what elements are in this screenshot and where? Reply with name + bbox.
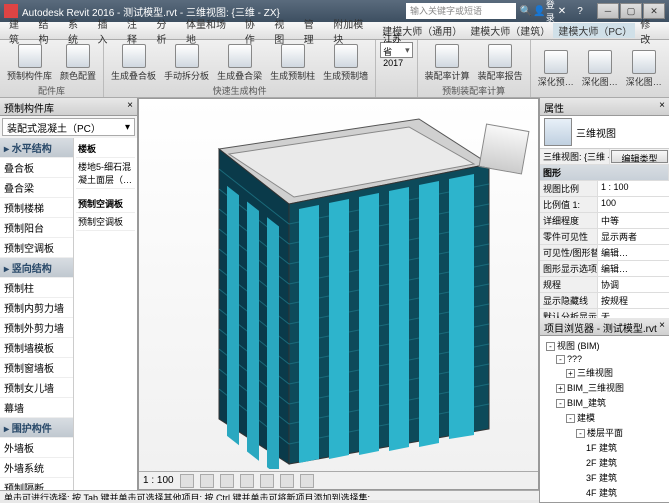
panel-close-icon[interactable]: × (659, 100, 665, 113)
left-library-panel: 预制构件库× 装配式混凝土（PC）▾ ▸ 水平结构叠合板叠合梁预制楼梯预制阳台预… (0, 98, 138, 490)
browser-node[interactable]: +三维视图 (542, 365, 667, 380)
ribbon-button[interactable]: 颜色配置 (57, 42, 99, 84)
shadows-icon[interactable] (220, 474, 234, 488)
tree-item[interactable]: 预制墙模板 (0, 338, 73, 358)
edit-type-button[interactable]: 编辑类型 (611, 150, 668, 163)
tree-item[interactable]: 幕墙 (0, 398, 73, 418)
ribbon-button[interactable]: 生成预制柱 (267, 42, 318, 84)
browser-node[interactable]: -BIM_建筑 (542, 395, 667, 410)
help-icon[interactable]: ? (572, 3, 588, 19)
tree-item[interactable]: 预制阳台 (0, 218, 73, 238)
help-search[interactable]: 输入关键字或短语 (406, 3, 516, 19)
browser-node[interactable]: -??? (542, 353, 667, 365)
ribbon: 预制构件库颜色配置配件库生成叠合板手动拆分板生成叠合梁生成预制柱生成预制墙快速生… (0, 40, 669, 98)
ribbon-tab[interactable]: 建模大师（建筑） (465, 23, 553, 38)
expand-toggle-icon[interactable]: - (556, 355, 565, 364)
ribbon-button[interactable]: 手动拆分板 (161, 42, 212, 84)
browser-node[interactable]: 1F 建筑 (542, 440, 667, 455)
ribbon-button[interactable]: 深化图… (579, 42, 621, 95)
tree-item[interactable]: 叠合板 (0, 158, 73, 178)
view-control-bar: 1 : 100 (139, 471, 538, 489)
tree-item[interactable]: 预制外剪力墙 (0, 318, 73, 338)
ribbon-button[interactable]: 预制构件库 (4, 42, 55, 84)
view-cube[interactable] (482, 127, 526, 171)
property-row[interactable]: 视图比例1 : 100 (540, 181, 669, 197)
tree-item[interactable]: 预制隔断 (0, 478, 73, 490)
tree-header[interactable]: ▸ 水平结构 (0, 138, 73, 158)
tree-item[interactable]: 外墙系统 (0, 458, 73, 478)
expand-toggle-icon[interactable]: - (556, 399, 565, 408)
tree-item[interactable]: 外墙板 (0, 438, 73, 458)
ribbon-button[interactable]: 深化预… (535, 42, 577, 95)
search-icon[interactable]: 🔍 (518, 3, 534, 19)
property-row[interactable]: 零件可见性显示两者 (540, 229, 669, 245)
browser-node[interactable]: 3F 建筑 (542, 470, 667, 485)
tree-item[interactable]: 预制窗墙板 (0, 358, 73, 378)
library-tree[interactable]: ▸ 水平结构叠合板叠合梁预制楼梯预制阳台预制空调板▸ 竖向结构预制柱预制内剪力墙… (0, 138, 74, 490)
expand-toggle-icon[interactable]: - (546, 342, 555, 351)
list-item[interactable]: 预制空调板 (76, 213, 135, 231)
scale-display[interactable]: 1 : 100 (143, 475, 174, 486)
tree-header[interactable]: ▸ 竖向结构 (0, 258, 73, 278)
ribbon-button[interactable]: 装配率报告 (475, 42, 526, 84)
tree-item[interactable]: 预制柱 (0, 278, 73, 298)
browser-node[interactable]: 2F 建筑 (542, 455, 667, 470)
ribbon-button[interactable]: 生成预制墙 (320, 42, 371, 84)
property-row[interactable]: 规程协调 (540, 277, 669, 293)
panel-close-icon[interactable]: × (659, 320, 665, 333)
project-browser-tree[interactable]: -视图 (BIM)-???+三维视图+BIM_三维视图-BIM_建筑-建模-楼层… (540, 336, 669, 502)
project-browser-panel: 项目浏览器 - 测试模型.rvt× -视图 (BIM)-???+三维视图+BIM… (539, 318, 669, 503)
property-row[interactable]: 图形显示选项编辑… (540, 261, 669, 277)
property-row[interactable]: 显示隐藏线按规程 (540, 293, 669, 309)
hide-icon[interactable] (280, 474, 294, 488)
expand-toggle-icon[interactable]: + (566, 369, 575, 378)
expand-toggle-icon[interactable]: - (576, 429, 585, 438)
tree-item[interactable]: 预制女儿墙 (0, 378, 73, 398)
region-combo[interactable]: 江苏省2017 (380, 42, 413, 58)
chevron-down-icon: ▾ (125, 122, 130, 133)
expand-toggle-icon[interactable]: - (566, 414, 575, 423)
ribbon-button[interactable]: 生成叠合板 (108, 42, 159, 84)
ribbon-tabs: 建筑结构系统插入注释分析体量和场地协作视图管理附加模块建模大师（通用）建模大师（… (0, 22, 669, 40)
type-selector[interactable]: 三维视图: {三维 - ZX} (540, 149, 610, 164)
library-detail: 楼板 楼地5-细石混凝土面层（… 预制空调板 预制空调板 (74, 138, 137, 490)
type-name: 三维视图 (576, 125, 616, 140)
crop-icon[interactable] (260, 474, 274, 488)
ribbon-tab[interactable]: 建模大师（PC） (553, 23, 635, 38)
browser-node[interactable]: 4F 建筑 (542, 485, 667, 500)
browser-node[interactable]: -建模 (542, 410, 667, 425)
list-item[interactable]: 楼地5-细石混凝土面层（… (76, 158, 135, 189)
ribbon-button[interactable]: 装配率计算 (422, 42, 473, 84)
type-thumbnail-icon (544, 118, 572, 146)
tree-item[interactable]: 预制空调板 (0, 238, 73, 258)
reveal-icon[interactable] (300, 474, 314, 488)
property-row[interactable]: 比例值 1:100 (540, 197, 669, 213)
left-panel-title: 预制构件库× (0, 98, 137, 116)
browser-node[interactable]: -楼层平面 (542, 425, 667, 440)
panel-close-icon[interactable]: × (127, 100, 133, 113)
property-row[interactable]: 可见性/图形替换编辑… (540, 245, 669, 261)
ribbon-button[interactable]: 生成叠合梁 (214, 42, 265, 84)
tree-header[interactable]: ▸ 围护构件 (0, 418, 73, 438)
3d-viewport[interactable]: 1 : 100 (138, 98, 539, 490)
browser-node[interactable]: -视图 (BIM) (542, 338, 667, 353)
building-model[interactable] (199, 109, 499, 469)
expand-toggle-icon[interactable]: + (556, 384, 565, 393)
ribbon-button[interactable]: 深化图… (623, 42, 665, 95)
tree-item[interactable]: 预制内剪力墙 (0, 298, 73, 318)
browser-node[interactable]: +BIM_三维视图 (542, 380, 667, 395)
tree-item[interactable]: 预制楼梯 (0, 198, 73, 218)
exchange-icon[interactable]: ✕ (554, 3, 570, 19)
minimize-button[interactable]: ─ (597, 3, 619, 19)
login-button[interactable]: 👤登录 (536, 3, 552, 19)
property-row[interactable]: 详细程度中等 (540, 213, 669, 229)
tree-item[interactable]: 叠合梁 (0, 178, 73, 198)
left-category-combo[interactable]: 装配式混凝土（PC）▾ (2, 118, 135, 136)
render-icon[interactable] (240, 474, 254, 488)
model-graphics-icon[interactable] (180, 474, 194, 488)
properties-panel: 属性× 三维视图 三维视图: {三维 - ZX} 编辑类型 图形 视图比例1 :… (539, 98, 669, 318)
sun-path-icon[interactable] (200, 474, 214, 488)
